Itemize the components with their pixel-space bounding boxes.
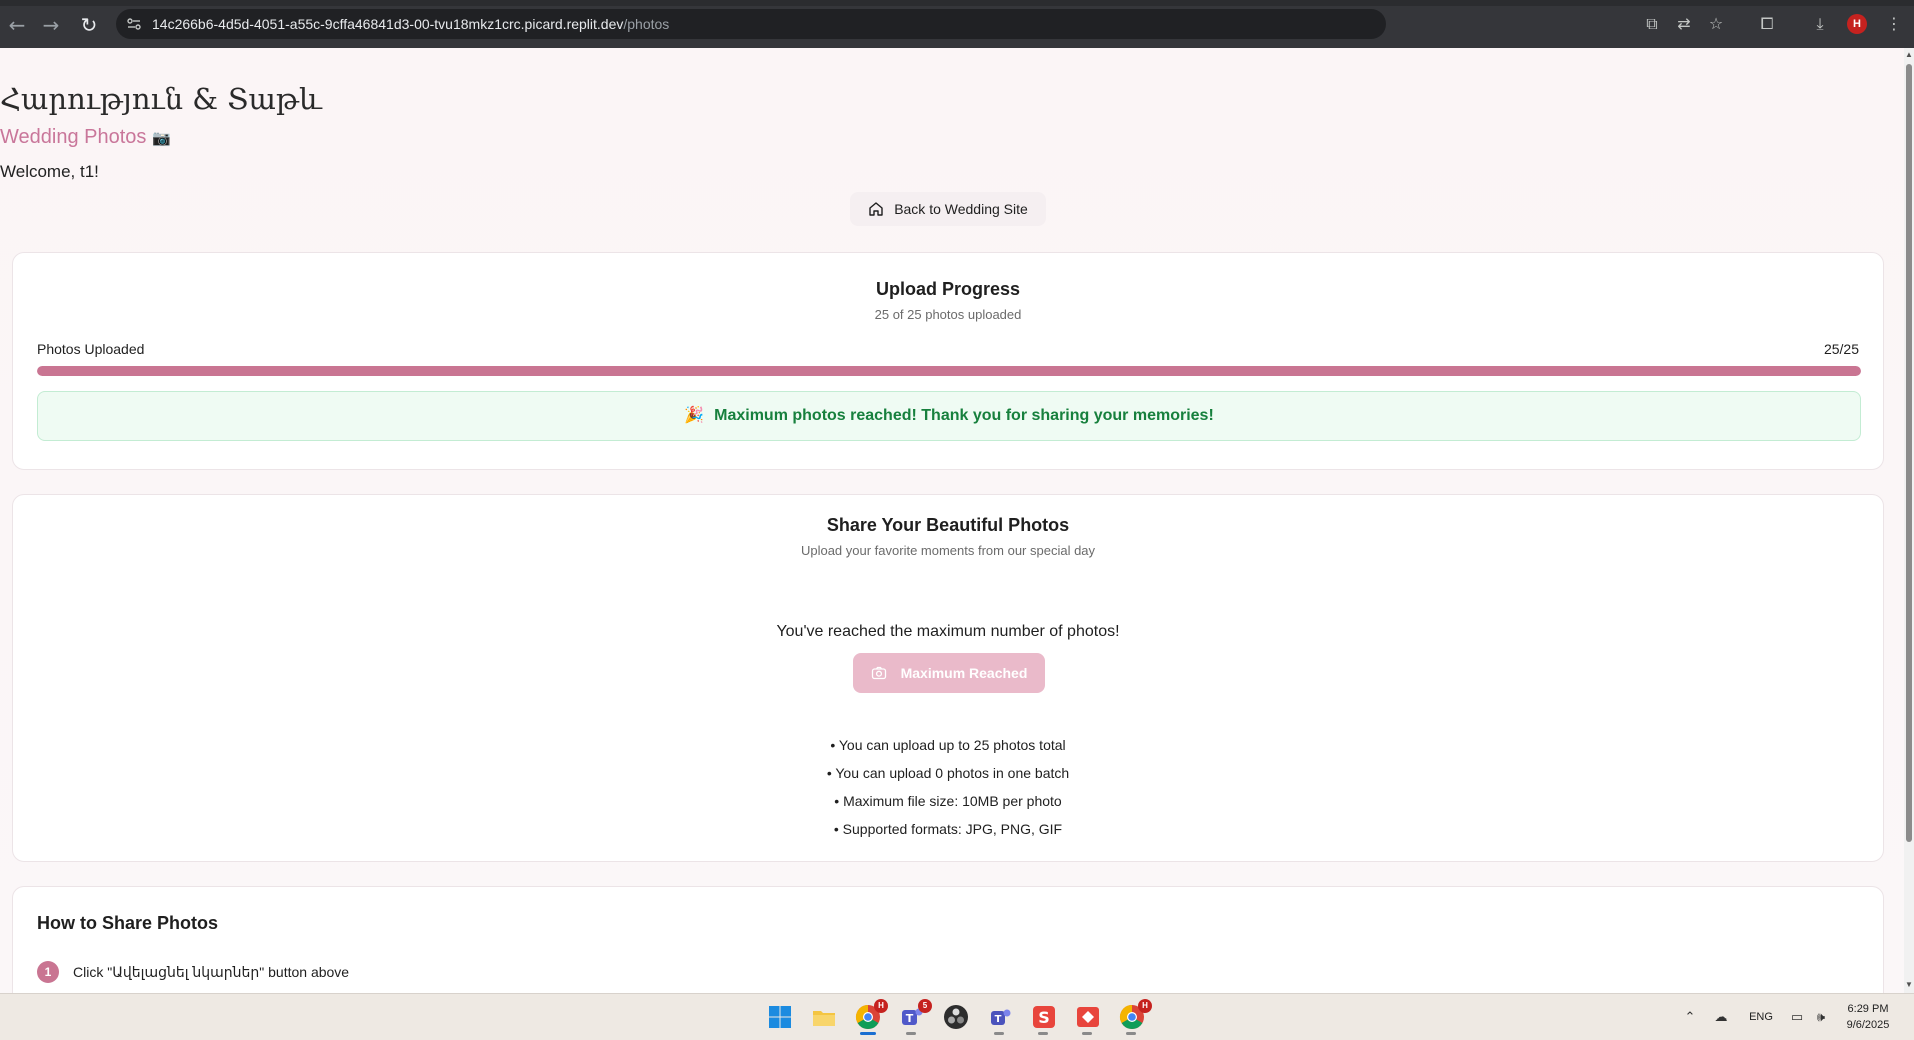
how-to-card: How to Share Photos 1 Click "Ավելացնել ն… xyxy=(12,886,1884,993)
svg-text:T: T xyxy=(906,1012,914,1025)
max-reached-notice: 🎉 Maximum photos reached! Thank you for s… xyxy=(37,391,1861,441)
install-app-icon[interactable]: ⧉ xyxy=(1640,12,1664,36)
back-to-site-label: Back to Wedding Site xyxy=(894,201,1028,217)
upload-progress-bar xyxy=(37,366,1861,376)
upload-progress-fill xyxy=(37,366,1861,376)
share-photos-card: Share Your Beautiful Photos Upload your … xyxy=(12,494,1884,862)
open-app-indicator xyxy=(1038,1032,1048,1035)
page-subtitle: Wedding Photos 📷 xyxy=(0,126,1904,149)
scroll-up-icon[interactable]: ▲ xyxy=(1905,51,1913,59)
active-app-indicator xyxy=(860,1032,876,1035)
open-app-indicator xyxy=(1082,1032,1092,1035)
list-item: • You can upload up to 25 photos total xyxy=(830,737,1066,753)
download-icon[interactable]: ⤓ xyxy=(1808,12,1832,36)
bookmark-star-icon[interactable]: ☆ xyxy=(1704,12,1728,36)
scrollbar-thumb[interactable] xyxy=(1906,64,1912,842)
sublime-text-icon[interactable]: S xyxy=(1030,1003,1058,1031)
upload-progress-summary: 25 of 25 photos uploaded xyxy=(874,307,1022,322)
camera-icon: 📷 xyxy=(151,130,171,147)
chrome-taskbar-button[interactable]: H xyxy=(854,999,888,1031)
share-photos-subtitle: Upload your favorite moments from our sp… xyxy=(800,543,1096,558)
anydesk-icon[interactable] xyxy=(1074,1003,1102,1031)
open-app-indicator xyxy=(1126,1032,1136,1035)
forward-arrow-icon[interactable]: → xyxy=(38,12,64,38)
show-hidden-icons-chevron-icon[interactable]: ⌃ xyxy=(1681,1009,1699,1027)
menu-kebab-icon[interactable]: ⋮ xyxy=(1882,12,1906,36)
teams-classic-icon[interactable]: T xyxy=(986,1003,1014,1031)
how-to-step: 1 Click "Ավելացնել նկարներ" button above xyxy=(37,961,349,983)
photos-uploaded-label: Photos Uploaded xyxy=(37,341,145,357)
max-photos-message: You've reached the maximum number of pho… xyxy=(776,623,1120,640)
upload-progress-card: Upload Progress 25 of 25 photos uploaded… xyxy=(12,252,1884,470)
windows-taskbar: H T 5 T S H ⌃ ☁ ENG ▭ 🕪 6:29 PM 9/6/2025 xyxy=(0,993,1914,1040)
file-explorer-icon[interactable] xyxy=(810,1003,838,1031)
tab-strip xyxy=(0,0,1914,6)
network-icon[interactable]: ▭ xyxy=(1788,1009,1806,1027)
svg-text:S: S xyxy=(1038,1008,1050,1027)
onedrive-icon[interactable]: ☁ xyxy=(1712,1009,1730,1027)
open-app-indicator xyxy=(994,1032,1004,1035)
maximum-reached-button[interactable]: Maximum Reached xyxy=(853,653,1045,693)
url-path: /photos xyxy=(623,16,670,32)
teams-notification-badge: 5 xyxy=(918,999,932,1013)
chrome-profile-badge: H xyxy=(874,999,888,1013)
upload-rules-list: • You can upload up to 25 photos total •… xyxy=(13,731,1883,843)
translate-icon[interactable]: ⇄ xyxy=(1672,12,1696,36)
back-arrow-icon[interactable]: ← xyxy=(4,12,30,38)
share-photos-title: Share Your Beautiful Photos xyxy=(826,515,1070,535)
back-to-site-button[interactable]: Back to Wedding Site xyxy=(850,192,1046,226)
maximum-reached-label: Maximum Reached xyxy=(900,665,1028,681)
step-text: Click "Ավելացնել նկարներ" button above xyxy=(73,963,350,980)
page-scrollbar[interactable]: ▲ ▼ xyxy=(1904,48,1914,993)
clock-date[interactable]: 9/6/2025 xyxy=(1836,1019,1900,1031)
extensions-icon[interactable]: ⧠ xyxy=(1755,12,1779,36)
url-text[interactable]: 14c266b6-4d5d-4051-a55c-9cffa46841d3-00-… xyxy=(152,16,669,32)
site-settings-icon[interactable] xyxy=(126,16,142,32)
chrome-profile-badge: H xyxy=(1138,999,1152,1013)
browser-toolbar: ← → ↻ 14c266b6-4d5d-4051-a55c-9cffa46841… xyxy=(0,0,1914,48)
page-content: Հարություն & Տաթև Wedding Photos 📷 Welco… xyxy=(0,48,1904,993)
couple-names-title: Հարություն & Տաթև xyxy=(0,82,322,116)
url-host: 14c266b6-4d5d-4051-a55c-9cffa46841d3-00-… xyxy=(152,16,624,32)
address-bar[interactable]: 14c266b6-4d5d-4051-a55c-9cffa46841d3-00-… xyxy=(116,9,1386,39)
page-subtitle-text: Wedding Photos xyxy=(0,126,147,148)
photos-uploaded-count: 25/25 xyxy=(1823,341,1859,357)
clock-time[interactable]: 6:29 PM xyxy=(1836,1003,1900,1015)
list-item: • You can upload 0 photos in one batch xyxy=(826,765,1070,781)
volume-icon[interactable]: 🕪 xyxy=(1812,1009,1830,1027)
list-item: • Supported formats: JPG, PNG, GIF xyxy=(833,821,1063,837)
camera-icon xyxy=(871,666,886,680)
open-app-indicator xyxy=(906,1032,916,1035)
windows-start-icon[interactable] xyxy=(766,1003,794,1031)
party-popper-icon: 🎉 xyxy=(684,407,705,424)
how-to-title: How to Share Photos xyxy=(37,913,219,933)
scroll-down-icon[interactable]: ▼ xyxy=(1905,981,1913,989)
language-indicator[interactable]: ENG xyxy=(1746,1011,1776,1023)
max-reached-notice-text: Maximum photos reached! Thank you for sh… xyxy=(714,407,1214,424)
profile-avatar[interactable]: H xyxy=(1847,14,1867,34)
reload-icon[interactable]: ↻ xyxy=(76,12,102,38)
obs-icon[interactable] xyxy=(942,1003,970,1031)
list-item: • Maximum file size: 10MB per photo xyxy=(834,793,1062,809)
upload-progress-title: Upload Progress xyxy=(875,279,1021,299)
svg-text:T: T xyxy=(995,1014,1002,1025)
teams-taskbar-button[interactable]: T 5 xyxy=(898,999,932,1031)
welcome-message: Welcome, t1! xyxy=(0,162,99,181)
home-icon xyxy=(869,202,883,216)
step-number: 1 xyxy=(37,961,59,983)
chrome-secondary-button[interactable]: H xyxy=(1118,999,1152,1031)
